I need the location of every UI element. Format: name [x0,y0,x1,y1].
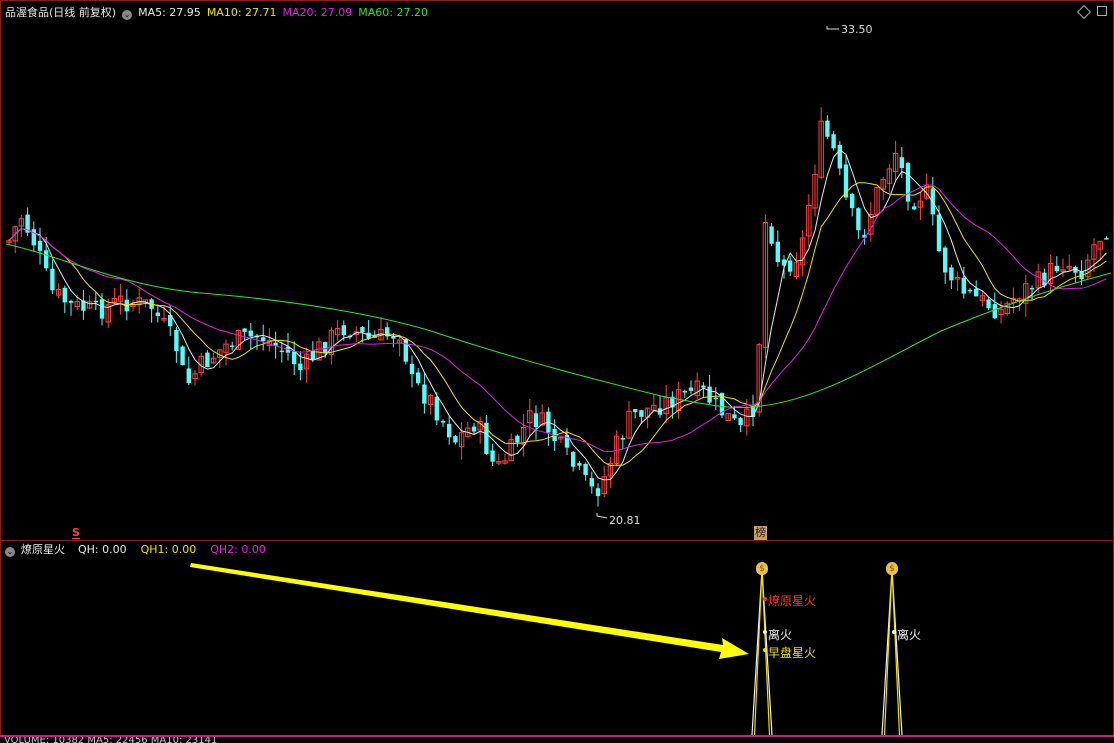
candle-body [366,332,371,339]
low-pointer [596,513,608,519]
candle-body [1054,265,1059,272]
candle-body [447,423,452,438]
candle-body [639,410,644,417]
indicator-panel[interactable]: ⌄ 燎原星火 QH: 0.00 QH1: 0.00 QH2: 0.00 燎原星火 离火… [0,541,1114,735]
candle-body [899,157,904,169]
signal-dot [763,648,767,652]
candle-body [949,267,954,281]
candle-body [620,438,625,440]
candle-body [713,397,718,400]
candle-body [688,387,694,391]
signal-dot [763,597,767,601]
signal-label-white: 离火 [768,628,793,642]
candle-body [279,350,284,353]
signal2-spike-outer [881,568,903,735]
candle-body [732,414,737,419]
candle-body [515,435,520,443]
candle-body [440,421,446,423]
indicator-chart [190,563,903,735]
high-price-label: 33.50 [841,23,873,36]
candle-body [595,488,601,497]
candle-body [986,299,991,309]
candle-body [825,120,830,137]
candle-body [577,463,582,466]
candle-body [44,250,49,269]
candle-body [967,289,973,292]
low-price-label: 20.81 [609,514,641,527]
candle-body [180,346,185,366]
signal-label-yellow: 早盘星火 [768,646,817,660]
money-bag-icon: $ [756,562,768,575]
signal-dot [892,630,896,634]
candle-body [533,413,539,427]
volume-panel[interactable]: VOLUME: 10382 MA5: 22456 MA10: 23141 [0,735,1114,743]
candle-body [205,352,210,368]
candle-body [992,304,997,319]
candle-body [831,134,836,149]
candle-body [850,194,855,209]
money-bag-icon: $ [886,562,898,575]
annotation-arrow [190,563,749,659]
candle-body [583,463,588,475]
candle-body [409,363,415,374]
candle-body [292,351,297,365]
candle-body [261,337,266,342]
candle-body [434,396,439,421]
signal-dot [763,630,767,634]
signal2-label-white: 离火 [897,628,922,642]
price-chart-panel[interactable]: 品渥食品(日线 前复权) ⌄ MA5: 27.95 MA10: 27.71 MA20: … [0,0,1114,541]
candle-body [936,214,942,252]
candle-body [738,418,743,426]
candle-body [571,452,576,467]
candle-body [1104,238,1109,240]
candle-body [68,300,74,303]
candle-body [50,268,55,291]
candle-body [769,226,774,244]
candle-body [974,288,979,297]
candle-body [707,386,712,403]
candle-body [471,426,477,432]
candle-body [912,206,917,210]
candle-body [93,300,98,303]
candle-body [701,385,706,388]
candle-body [490,450,495,462]
candle-body [248,330,253,337]
candle-body [453,436,458,443]
candle-body [37,240,43,251]
candle-body [155,312,160,316]
candle-body [242,328,247,332]
candle-body [961,277,966,294]
candle-body [682,391,687,393]
candle-body [62,287,67,303]
candle-body [360,327,365,333]
candle-body [403,339,408,362]
candle-body [341,325,346,336]
candle-body [856,208,861,231]
candle-body [416,372,421,384]
candle-body [775,241,780,263]
candle-body [99,299,105,319]
candle-body [186,368,191,384]
ma10-line [8,182,1107,467]
high-pointer [826,26,839,30]
candle-body [230,345,235,347]
candle-body [905,163,911,202]
volume-header: VOLUME: 10382 MA5: 22456 MA10: 23141 [4,737,218,743]
candle-body [837,145,842,169]
rank-marker[interactable]: 榜 [754,526,767,540]
candlestick-chart [5,26,1112,519]
candle-body [298,363,303,371]
candle-body [633,409,638,413]
candle-body [1029,287,1035,290]
ma5-line [8,149,1107,481]
ma20-line [8,184,1107,453]
candle-body [422,384,427,404]
candle-body [788,260,793,272]
signal-label-red: 燎原星火 [768,594,817,608]
candle-body [174,329,179,352]
candle-body [323,342,328,353]
candle-body [589,478,594,487]
s-marker[interactable]: S [72,527,80,539]
candle-body [943,247,948,273]
